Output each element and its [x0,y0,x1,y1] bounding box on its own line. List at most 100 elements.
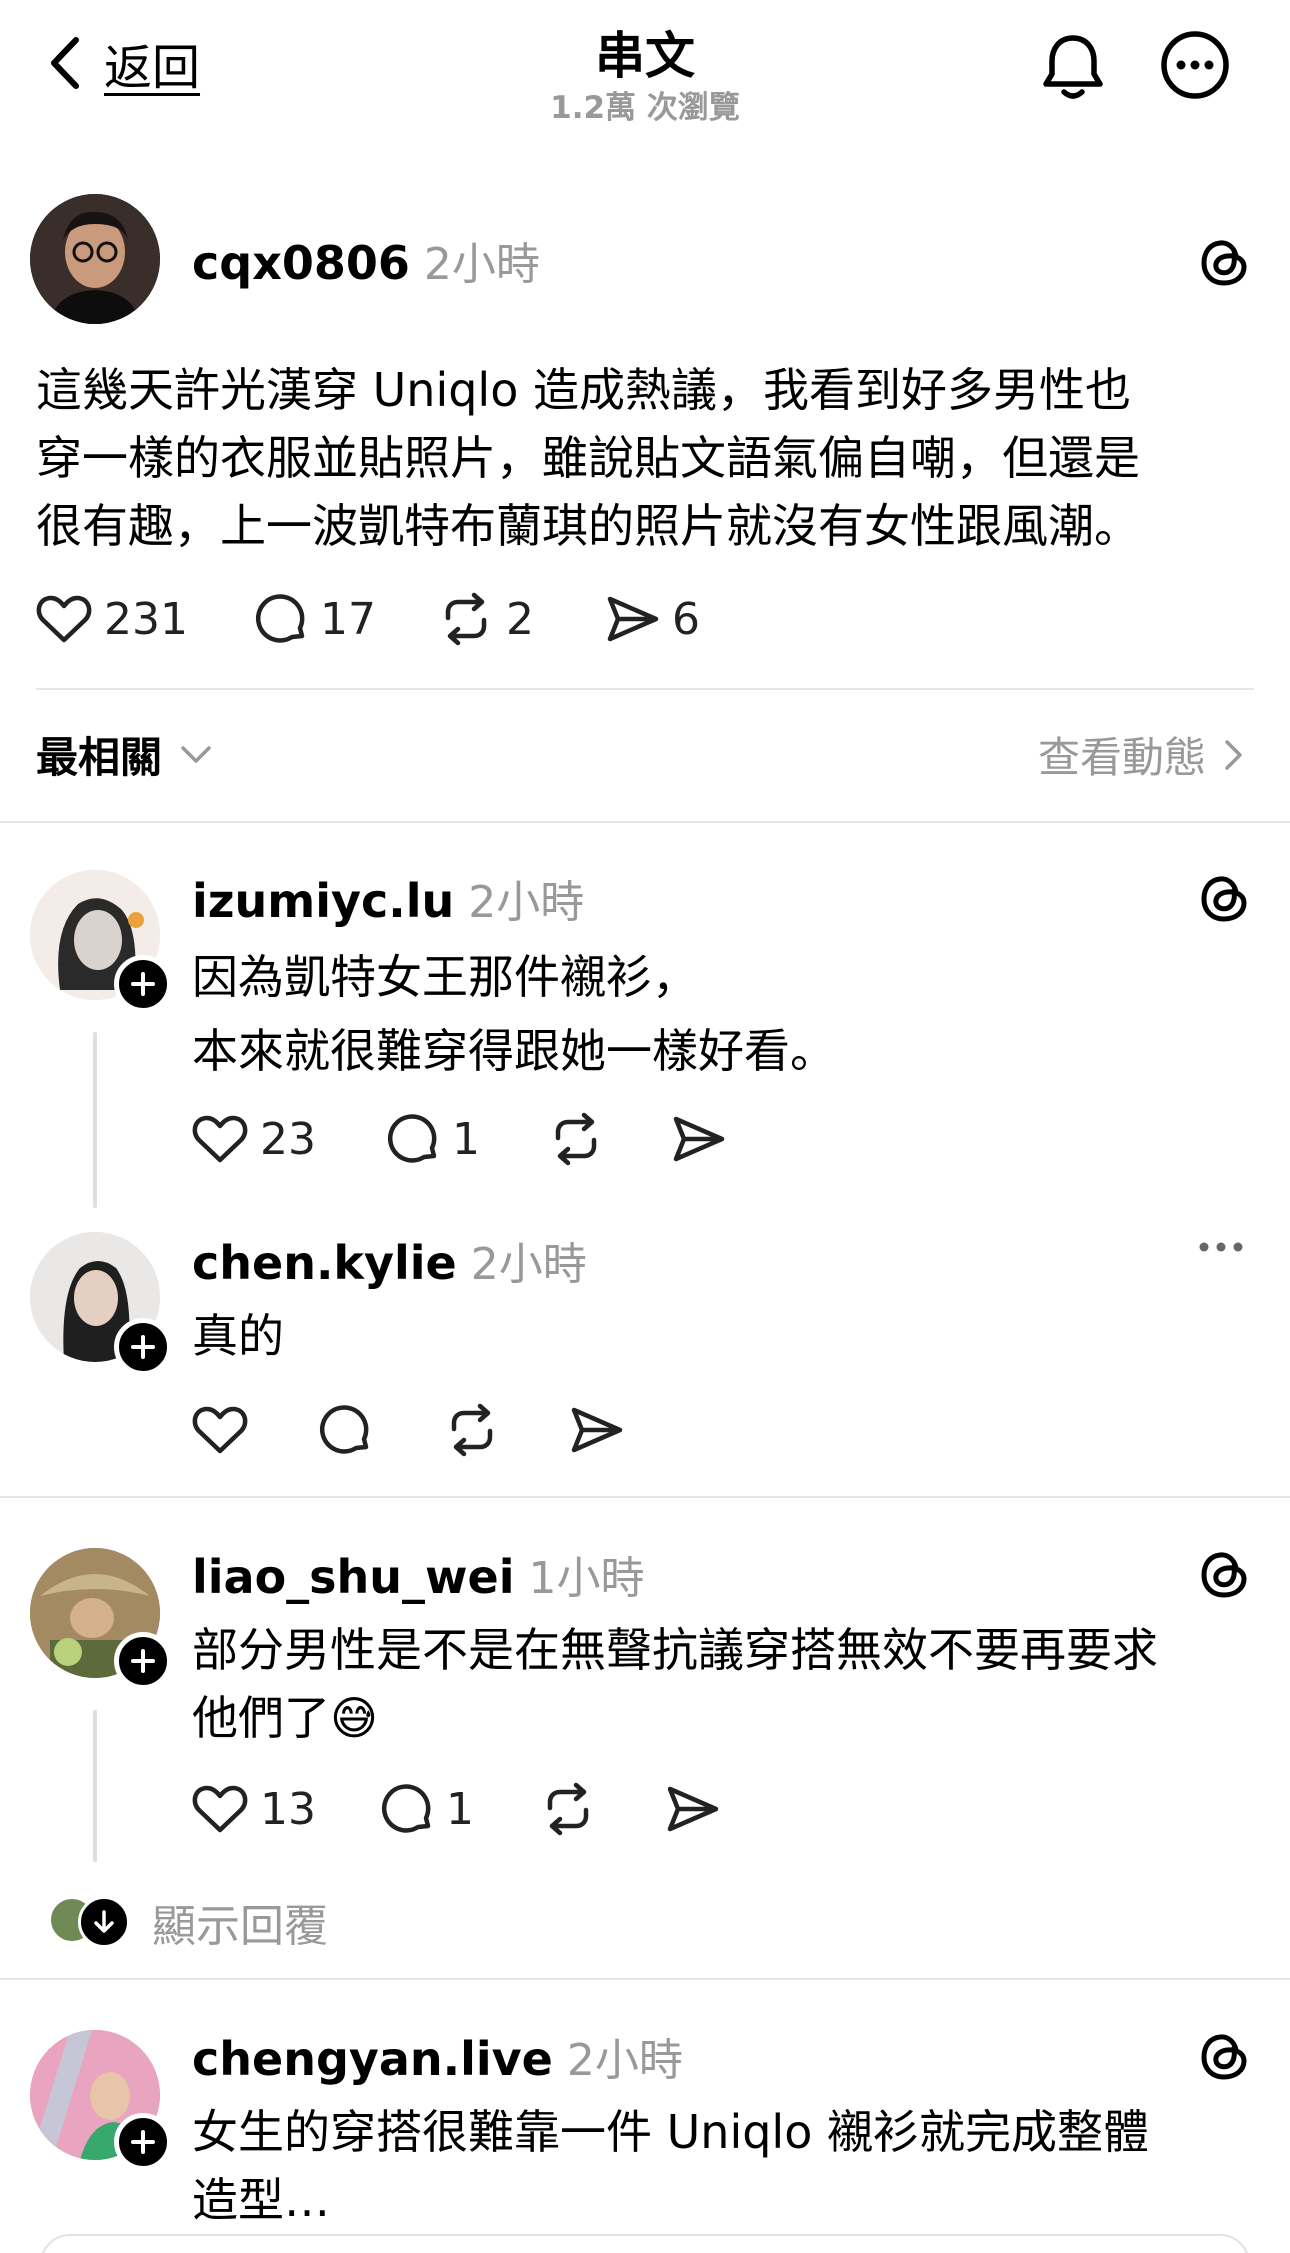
reply-line: 女生的穿搭很難靠一件 Uniqlo 襯衫就完成整體 [192,2105,1149,2159]
like-count: 13 [260,1783,316,1835]
comment-button[interactable]: 17 [254,592,438,646]
post-line: 穿一樣的衣服並貼照片，雖說貼文語氣偏自嘲，但還是 [36,431,1140,485]
post-line: 很有趣，上一波凱特布蘭琪的照片就沒有女性跟風潮。 [36,499,1140,553]
threads-logo-icon[interactable] [1200,1548,1248,1600]
arrow-down-icon [78,1896,130,1948]
reply-line: 本來就很難穿得跟她一樣好看。 [192,1024,836,1078]
share-button[interactable] [570,1405,624,1455]
repost-icon [438,592,494,646]
sort-label: 最相關 [36,733,163,782]
divider [0,1978,1290,1980]
bell-icon[interactable] [1040,32,1106,102]
plus-icon [129,1647,157,1675]
heart-icon [192,1114,248,1164]
plus-icon [129,1333,157,1361]
threads-logo-icon[interactable] [1200,2030,1248,2082]
username[interactable]: chen.kylie [192,1236,457,1290]
like-button[interactable]: 23 [192,1114,386,1165]
post-time: 2小時 [423,239,540,290]
more-options-icon[interactable] [1198,1240,1244,1254]
post-body: 這幾天許光漢穿 Uniqlo 造成熱議，我看到好多男性也 穿一樣的衣服並貼照片，… [36,356,1266,560]
reply-line: 真的 [192,1309,284,1363]
username[interactable]: izumiyc.lu [192,874,454,928]
post-line: 這幾天許光漢穿 Uniqlo 造成熱議，我看到好多男性也 [36,363,1131,417]
repost-icon [444,1403,500,1457]
post-time: 2小時 [566,2035,683,2086]
threads-logo-icon[interactable] [1200,236,1248,288]
follow-button[interactable] [114,2113,172,2171]
follow-button[interactable] [114,1632,172,1690]
repost-button[interactable] [540,1782,666,1836]
follow-button[interactable] [114,955,172,1013]
chevron-down-icon [180,745,212,765]
show-replies-button[interactable]: 顯示回覆 [48,1890,328,1954]
share-button[interactable] [666,1784,720,1834]
reply-line: 部分男性是不是在無聲抗議穿搭無效不要再要求 [192,1623,1158,1677]
plus-icon [129,2128,157,2156]
reply-body: 因為凱特女王那件襯衫， 本來就很難穿得跟她一樣好看。 [192,940,1262,1088]
like-count: 231 [104,593,188,645]
repost-icon [540,1782,596,1836]
thread-line [93,1032,97,1208]
heart-icon [192,1784,248,1834]
comment-button[interactable] [318,1403,444,1457]
comment-bubble-icon [380,1782,434,1836]
comment-button[interactable]: 1 [386,1112,548,1166]
like-button[interactable] [192,1405,318,1455]
threads-logo-icon[interactable] [1200,872,1248,924]
like-button[interactable]: 13 [192,1784,380,1835]
post-time: 2小時 [470,1239,587,1290]
reply-actions: 23 1 [192,1112,726,1166]
reply-actions [192,1403,624,1457]
divider [36,688,1254,690]
username[interactable]: cqx0806 [192,236,410,290]
repost-icon [548,1112,604,1166]
post-time: 2小時 [468,877,585,928]
username[interactable]: chengyan.live [192,2032,553,2086]
repost-button[interactable]: 2 [438,592,606,646]
comment-count: 17 [320,593,376,645]
comment-bubble-icon [386,1112,440,1166]
view-activity-link[interactable]: 查看動態 [1038,724,1244,785]
chevron-right-icon [1224,739,1244,771]
reply-body: 部分男性是不是在無聲抗議穿搭無效不要再要求 他們了😅 [192,1616,1272,1752]
reply-avatars [48,1896,130,1948]
thread-line [93,1710,97,1862]
follow-button[interactable] [114,1318,172,1376]
comment-bubble-icon [318,1403,372,1457]
send-icon [672,1114,726,1164]
post-time: 1小時 [528,1553,645,1604]
send-icon [666,1784,720,1834]
reply-line: 因為凱特女王那件襯衫， [192,950,698,1004]
comment-button[interactable]: 1 [380,1782,540,1836]
repost-button[interactable] [444,1403,570,1457]
heart-icon [36,594,92,644]
divider [0,1496,1290,1498]
divider [0,821,1290,823]
more-circle-icon[interactable] [1160,30,1230,100]
comment-count: 1 [446,1783,474,1835]
comment-count: 1 [452,1113,480,1165]
reply-actions: 13 1 [192,1782,720,1836]
like-button[interactable]: 231 [36,594,254,645]
heart-icon [192,1405,248,1455]
avatar[interactable] [30,194,160,324]
share-button[interactable] [672,1114,726,1164]
plus-icon [129,970,157,998]
username[interactable]: liao_shu_wei [192,1550,515,1604]
reply-line: 他們了😅 [192,1691,378,1745]
sort-dropdown[interactable]: 最相關 [36,724,212,785]
share-count: 6 [672,593,700,645]
post-actions: 231 17 2 6 [36,592,700,646]
like-count: 23 [260,1113,316,1165]
reply-body: 真的 [192,1302,1262,1370]
comment-bubble-icon [254,592,308,646]
repost-count: 2 [506,593,534,645]
repost-button[interactable] [548,1112,672,1166]
reply-composer-edge[interactable] [40,2234,1250,2253]
view-activity-label: 查看動態 [1037,733,1206,782]
reply-body: 女生的穿搭很難靠一件 Uniqlo 襯衫就完成整體 造型… [192,2098,1272,2234]
share-button[interactable]: 6 [606,594,700,645]
send-icon [570,1405,624,1455]
show-replies-label: 顯示回覆 [152,1901,328,1952]
